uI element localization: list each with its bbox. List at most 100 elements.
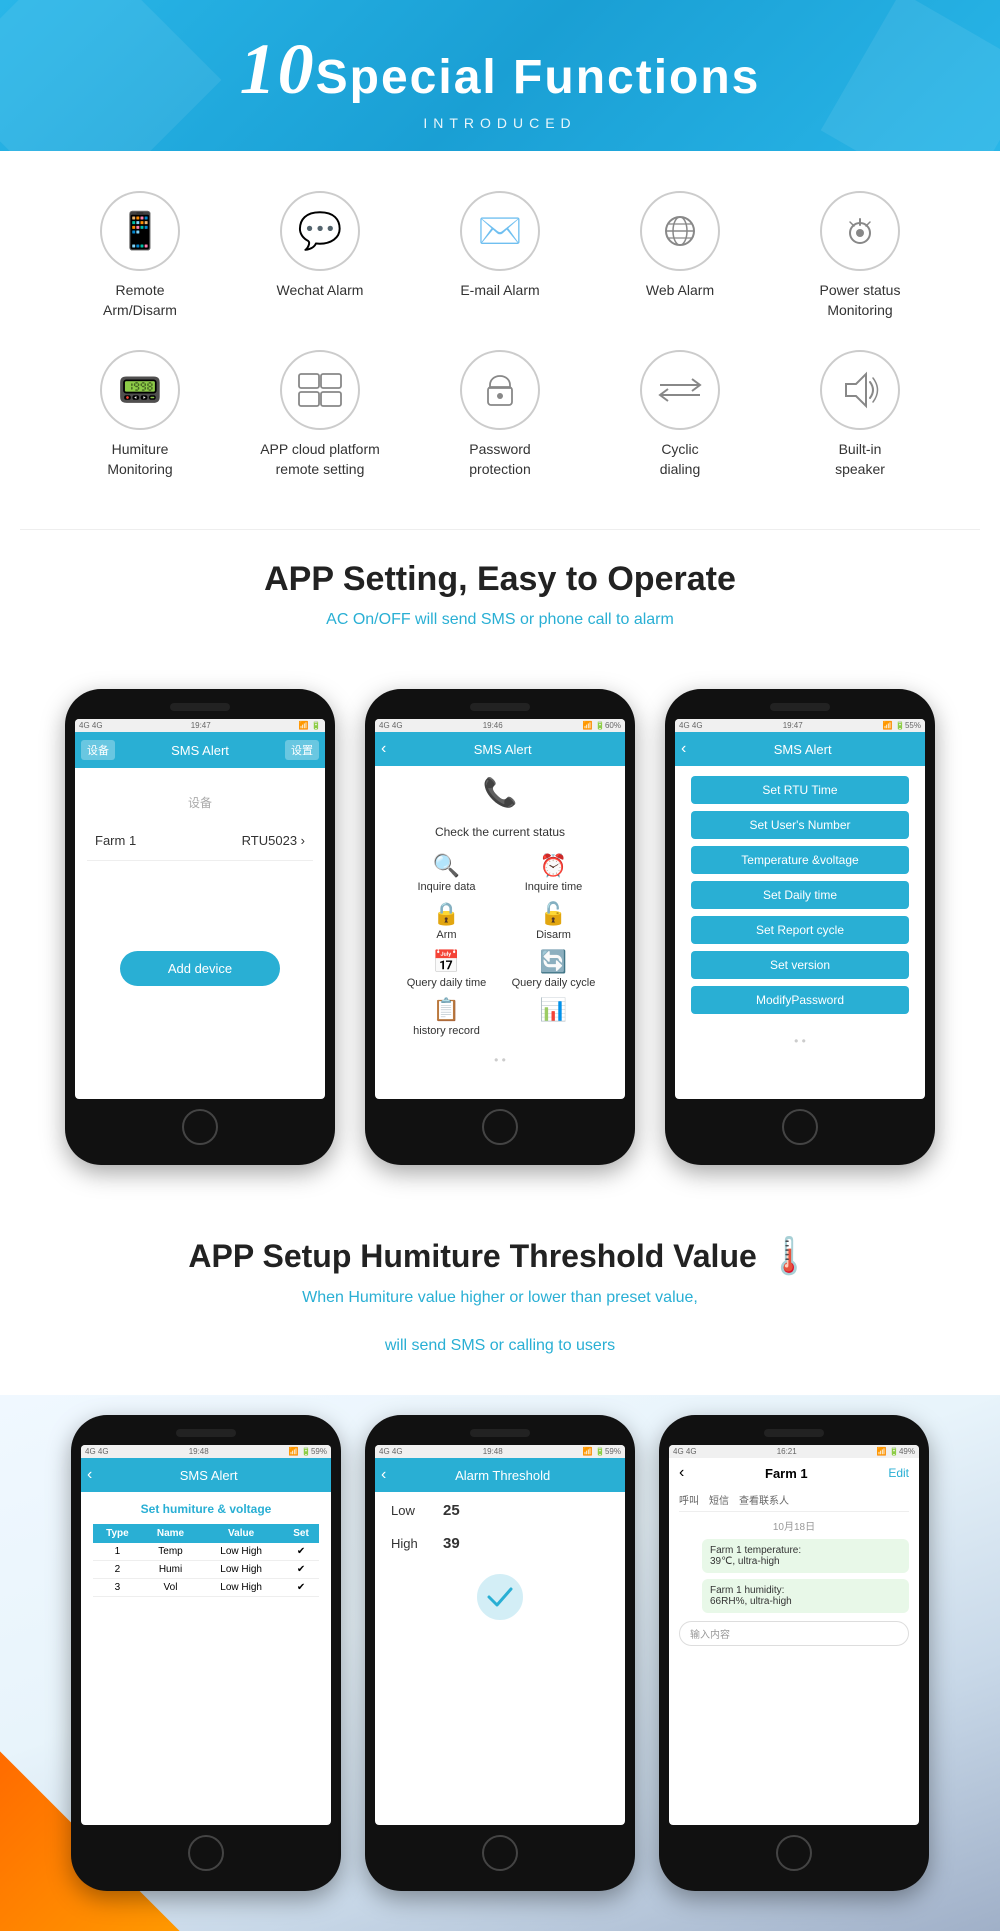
password-label: Passwordprotection xyxy=(469,440,530,479)
row-temp-value: Low High xyxy=(199,1543,283,1561)
app-setting-title: APP Setting, Easy to Operate xyxy=(20,560,980,599)
phone-2-home-btn[interactable] xyxy=(482,1109,518,1145)
humiture-title: APP Setup Humiture Threshold Value 🌡️ xyxy=(20,1235,980,1277)
phone-3-btn-6[interactable]: ModifyPassword xyxy=(691,986,909,1014)
icon-password: Passwordprotection xyxy=(410,350,590,479)
remote-arm-label: RemoteArm/Disarm xyxy=(103,281,177,320)
phone-3-btn-2[interactable]: Temperature &voltage xyxy=(691,846,909,874)
grid-item-inquire-data: 🔍 Inquire data xyxy=(397,853,496,893)
icons-row-1: 📱 RemoteArm/Disarm 💬 Wechat Alarm ✉️ E-m… xyxy=(20,191,980,350)
phone-3-btn-1[interactable]: Set User's Number xyxy=(691,811,909,839)
query-daily-cycle-icon: 🔄 xyxy=(540,949,567,975)
phone-3-dots: • • xyxy=(675,1034,925,1048)
hphone-3-bubble-2: Farm 1 humidity:66RH%, ultra-high xyxy=(702,1579,909,1613)
phone-3-btn-3[interactable]: Set Daily time xyxy=(691,881,909,909)
phone-1-rtu: RTU5023 › xyxy=(242,833,305,848)
humiture-subtitle-1: When Humiture value higher or lower than… xyxy=(20,1289,980,1307)
wechat-alarm-icon: 💬 xyxy=(280,191,360,271)
phone-2-body: 📞 Check the current status 🔍 Inquire dat… xyxy=(375,766,625,1077)
hphone-2-home-btn[interactable] xyxy=(482,1835,518,1871)
phone-3-home-btn[interactable] xyxy=(782,1109,818,1145)
table-row-vol: 3 Vol Low High ✔ xyxy=(93,1579,319,1597)
phone-3-btn-5[interactable]: Set version xyxy=(691,951,909,979)
hphone-1-status-bar: 4G 4G19:48📶 🔋59% xyxy=(81,1445,331,1458)
query-daily-time-icon: 📅 xyxy=(433,949,460,975)
builtin-speaker-icon xyxy=(820,350,900,430)
hphone-3-edit-btn[interactable]: Edit xyxy=(888,1466,909,1480)
phones-row-1: 4G 4G19:47📶 🔋 设备 SMS Alert 设置 设备 Farm 1 … xyxy=(0,669,1000,1205)
hphone-3-status-bar: 4G 4G16:21📶 🔋49% xyxy=(669,1445,919,1458)
phone-1-home-btn[interactable] xyxy=(182,1109,218,1145)
phone-1-title: SMS Alert xyxy=(115,743,285,758)
power-status-icon xyxy=(820,191,900,271)
grid-item-disarm: 🔓 Disarm xyxy=(504,901,603,941)
header-subtitle: INTRODUCED xyxy=(20,115,980,131)
row-humi-num: 2 xyxy=(93,1561,142,1579)
phone-1-btn-left[interactable]: 设备 xyxy=(81,740,115,760)
app-cloud-icon xyxy=(280,350,360,430)
grid-item-arm: 🔒 Arm xyxy=(397,901,496,941)
phone-3-screen: 4G 4G19:47📶 🔋55% ‹ SMS Alert Set RTU Tim… xyxy=(675,719,925,1099)
phone-1-body: 设备 Farm 1 RTU5023 › Add device xyxy=(75,768,325,1026)
table-row-humi: 2 Humi Low High ✔ xyxy=(93,1561,319,1579)
header-section: 10Special Functions INTRODUCED xyxy=(0,0,1000,151)
phone-1-btn-right[interactable]: 设置 xyxy=(285,740,319,760)
phone-3-btn-list: Set RTU Time Set User's Number Temperatu… xyxy=(675,766,925,1024)
icon-cyclic: Cyclicdialing xyxy=(590,350,770,479)
hphone-1-title: SMS Alert xyxy=(92,1468,325,1483)
row-vol-set: ✔ xyxy=(283,1579,319,1597)
icon-humiture: 📟 HumitureMonitoring xyxy=(50,350,230,479)
hphone-3-chat-date: 10月18日 xyxy=(679,1518,909,1533)
col-name: Name xyxy=(142,1524,199,1543)
cyclic-icon xyxy=(640,350,720,430)
phone-1-screen: 4G 4G19:47📶 🔋 设备 SMS Alert 设置 设备 Farm 1 … xyxy=(75,719,325,1099)
disarm-icon: 🔓 xyxy=(540,901,567,927)
humiture-section: APP Setup Humiture Threshold Value 🌡️ Wh… xyxy=(0,1205,1000,1395)
chat-tab-call[interactable]: 呼叫 xyxy=(679,1492,699,1507)
alarm-high-value: 39 xyxy=(443,1535,460,1552)
phone-3: 4G 4G19:47📶 🔋55% ‹ SMS Alert Set RTU Tim… xyxy=(665,689,935,1165)
phone-1-notch xyxy=(170,703,230,711)
hphone-1-table: Type Name Value Set 1 Temp Low High ✔ xyxy=(93,1524,319,1597)
alarm-high-row: High 39 xyxy=(391,1535,609,1552)
phone-1-add-device-btn[interactable]: Add device xyxy=(120,951,280,986)
hphone-3-chat-tabs: 呼叫 短信 查看联系人 xyxy=(679,1492,909,1512)
thermometer-icon: 🌡️ xyxy=(767,1235,812,1277)
chat-tab-contacts[interactable]: 查看联系人 xyxy=(739,1492,789,1507)
hphone-1-body: Set humiture & voltage Type Name Value S… xyxy=(81,1492,331,1607)
email-alarm-icon: ✉️ xyxy=(460,191,540,271)
hphone-3-chat: ‹ Farm 1 Edit 呼叫 短信 查看联系人 10月18日 Farm 1 … xyxy=(669,1458,919,1652)
humiture-icon: 📟 xyxy=(100,350,180,430)
phone-1-status-bar: 4G 4G19:47📶 🔋 xyxy=(75,719,325,732)
icon-app-cloud: APP cloud platformremote setting xyxy=(230,350,410,479)
hphone-3-farm-title: Farm 1 xyxy=(684,1466,888,1481)
phone-3-btn-4[interactable]: Set Report cycle xyxy=(691,916,909,944)
phone-1-add-device-wrap: Add device xyxy=(87,921,313,1016)
phone-2-header: ‹ SMS Alert xyxy=(375,732,625,766)
grid-item-query-daily-cycle: 🔄 Query daily cycle xyxy=(504,949,603,989)
hphone-3-chat-header: ‹ Farm 1 Edit xyxy=(679,1464,909,1482)
col-value-high: Set xyxy=(283,1524,319,1543)
icon-wechat-alarm: 💬 Wechat Alarm xyxy=(230,191,410,320)
grid-item-query-daily-time: 📅 Query daily time xyxy=(397,949,496,989)
row-vol-name: Vol xyxy=(142,1579,199,1597)
phone-3-btn-0[interactable]: Set RTU Time xyxy=(691,776,909,804)
hphone-3-input[interactable]: 输入内容 xyxy=(679,1621,909,1646)
web-alarm-label: Web Alarm xyxy=(646,281,714,301)
phone-2-grid: 🔍 Inquire data ⏰ Inquire time 🔒 Arm 🔓 Di… xyxy=(387,845,613,1045)
hphone-1-home-btn[interactable] xyxy=(188,1835,224,1871)
phone-2-dots: • • xyxy=(387,1053,613,1067)
phone-3-status-bar: 4G 4G19:47📶 🔋55% xyxy=(675,719,925,732)
phones-row-2: 4G 4G19:48📶 🔋59% ‹ SMS Alert Set humitur… xyxy=(0,1395,1000,1931)
app-setting-subtitle: AC On/OFF will send SMS or phone call to… xyxy=(20,611,980,629)
humiture-subtitle-2: will send SMS or calling to users xyxy=(20,1337,980,1355)
hphone-3-home-btn[interactable] xyxy=(776,1835,812,1871)
row-vol-num: 3 xyxy=(93,1579,142,1597)
table-row-temp: 1 Temp Low High ✔ xyxy=(93,1543,319,1561)
hphone-2-title: Alarm Threshold xyxy=(386,1468,619,1483)
chat-tab-sms[interactable]: 短信 xyxy=(709,1492,729,1507)
icon-web-alarm: Web Alarm xyxy=(590,191,770,320)
row-vol-value: Low High xyxy=(199,1579,283,1597)
phone-3-header: ‹ SMS Alert xyxy=(675,732,925,766)
row-temp-num: 1 xyxy=(93,1543,142,1561)
